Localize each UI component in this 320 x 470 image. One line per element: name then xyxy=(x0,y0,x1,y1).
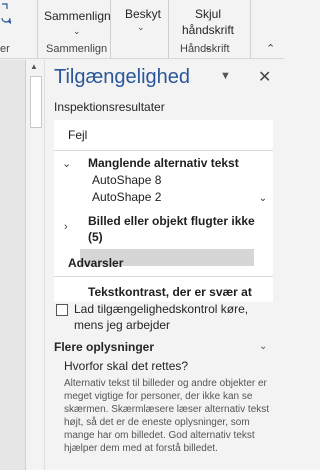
compare-dropdown-chevron-icon[interactable]: ⌄ xyxy=(73,26,81,37)
collapse-ribbon-icon[interactable]: ⌃ xyxy=(266,42,275,55)
ribbon-separator xyxy=(110,0,111,58)
contrast-category[interactable]: Tekstkontrast, der er svær at xyxy=(88,285,252,299)
ribbon-group-label-left: er xyxy=(0,43,10,55)
ribbon-left-icons[interactable] xyxy=(0,0,14,40)
chevron-down-icon[interactable]: ⌄ xyxy=(62,157,71,170)
accessibility-pane: Tilgængelighed ▼ ✕ Inspektionsresultater… xyxy=(46,60,284,470)
item-menu-chevron-icon[interactable]: ⌄ xyxy=(256,190,270,207)
why-fix-body: Alternativ tekst til billeder og andre o… xyxy=(64,378,270,454)
ribbon-separator xyxy=(250,0,251,58)
close-icon[interactable]: ✕ xyxy=(258,67,271,87)
hide-ink-label-line1: Skjul xyxy=(194,7,221,21)
divider xyxy=(54,276,273,277)
missing-alt-text-category[interactable]: Manglende alternativ tekst xyxy=(88,156,239,170)
list-item-autoshape-8[interactable]: AutoShape 8 xyxy=(92,173,161,187)
document-area-edge xyxy=(0,60,26,470)
vertical-scrollbar[interactable]: ▲ xyxy=(27,60,45,470)
errors-header: Fejl xyxy=(68,128,88,142)
scroll-up-icon[interactable]: ▲ xyxy=(30,62,38,71)
ribbon-separator xyxy=(37,0,38,58)
more-info-chevron-icon[interactable]: ⌄ xyxy=(259,341,267,352)
protect-dropdown-chevron-icon[interactable]: ⌄ xyxy=(137,22,145,33)
pane-options-dropdown-icon[interactable]: ▼ xyxy=(220,70,231,82)
ribbon: er Sammenlign ⌄ Sammenlign Beskyt ⌄ Skju… xyxy=(0,0,284,59)
scrollbar-thumb[interactable] xyxy=(30,76,42,128)
protect-button[interactable]: Beskyt xyxy=(125,6,161,22)
pane-title: Tilgængelighed xyxy=(54,66,191,88)
ribbon-group-label-compare: Sammenlign xyxy=(46,43,108,55)
divider xyxy=(54,150,273,151)
compare-button[interactable]: Sammenlign xyxy=(44,8,111,24)
ribbon-group-label-ink: Håndskrift xyxy=(180,43,230,55)
warnings-header: Advarsler xyxy=(68,256,124,270)
run-checker-checkbox[interactable] xyxy=(56,304,68,316)
chevron-right-icon[interactable]: › xyxy=(64,221,68,233)
why-fix-title: Hvorfor skal det rettes? xyxy=(64,359,189,373)
ribbon-separator xyxy=(168,0,169,58)
list-item-autoshape-2[interactable]: AutoShape 2 xyxy=(92,190,161,204)
run-checker-label[interactable]: Lad tilgængelighedskontrol køre, mens je… xyxy=(74,301,280,333)
inspection-results-label: Inspektionsresultater xyxy=(54,100,165,114)
floating-object-count: (5) xyxy=(88,230,103,244)
inspection-results-list[interactable]: Fejl ⌄ Manglende alternativ tekst AutoSh… xyxy=(54,120,273,302)
floating-object-category[interactable]: Billed eller objekt flugter ikke xyxy=(88,214,255,228)
more-info-header[interactable]: Flere oplysninger xyxy=(54,340,154,354)
